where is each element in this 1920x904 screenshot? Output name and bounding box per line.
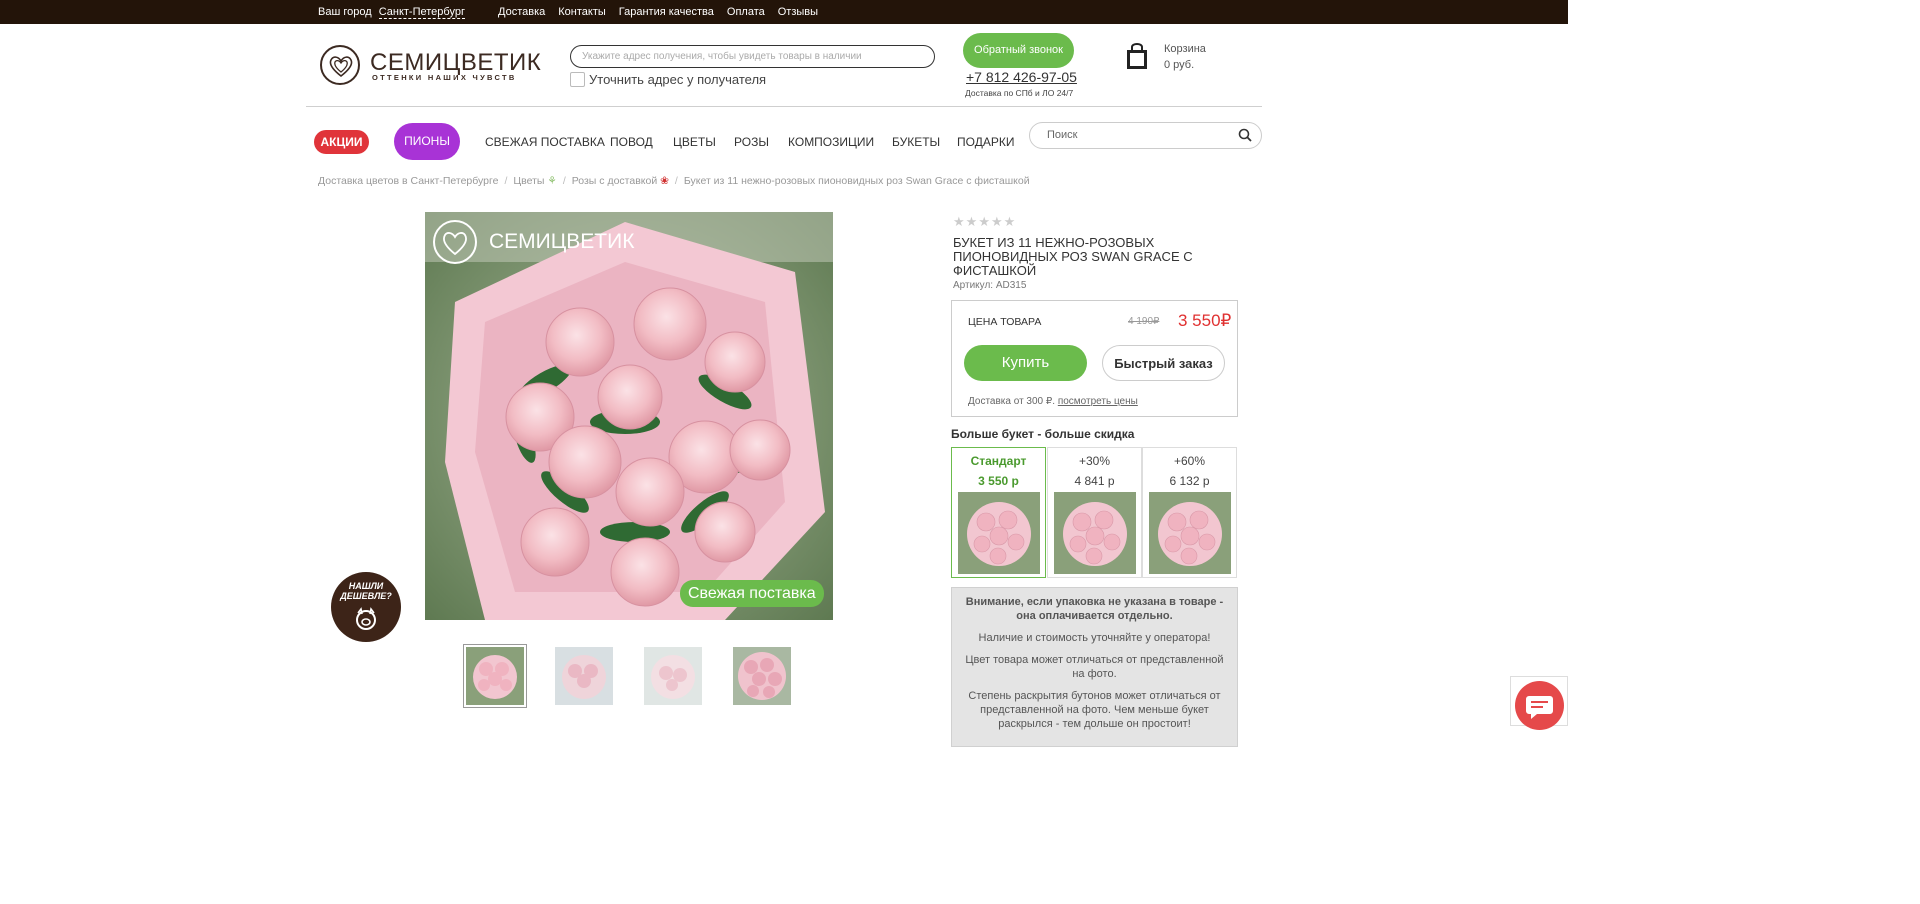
phone-note: Доставка по СПб и ЛО 24/7 <box>965 88 1074 98</box>
breadcrumb: Доставка цветов в Санкт-Петербурге / Цве… <box>318 175 1030 187</box>
buy-button[interactable]: Купить <box>964 345 1087 381</box>
delivery-info: Доставка от 300 ₽. посмотреть цены <box>968 396 1138 407</box>
star-icon[interactable]: ★ <box>991 214 1003 230</box>
logo-icon[interactable] <box>320 45 360 85</box>
menu-item-fresh[interactable]: СВЕЖАЯ ПОСТАВКА <box>485 135 605 149</box>
logo-subtitle: ОТТЕНКИ НАШИХ ЧУВСТВ <box>372 73 517 82</box>
size-option-label: +60% <box>1173 454 1206 468</box>
old-price: 4 190₽ <box>1128 316 1160 327</box>
main-menu: АКЦИИ ПИОНЫ СВЕЖАЯ ПОСТАВКА ПОВОД ЦВЕТЫ … <box>306 122 1262 162</box>
size-option-image <box>1054 492 1136 574</box>
top-nav-quality[interactable]: Гарантия качества <box>619 6 714 18</box>
address-checkbox[interactable] <box>570 72 585 87</box>
star-icon[interactable]: ★ <box>1004 214 1016 230</box>
size-option-label: +30% <box>1078 454 1111 468</box>
photo-logo-icon <box>433 220 477 264</box>
menu-item-flowers[interactable]: ЦВЕТЫ <box>673 135 716 149</box>
address-checkbox-row[interactable]: Уточнить адрес у получателя <box>570 72 766 87</box>
chat-icon <box>1526 696 1553 719</box>
notice-box: Внимание, если упаковка не указана в тов… <box>951 587 1238 747</box>
product-main-photo[interactable] <box>425 212 833 620</box>
size-option-price: 3 550 р <box>978 474 1019 488</box>
fresh-supply-badge: Свежая поставка <box>680 580 824 607</box>
thumbnail-3[interactable] <box>644 647 702 705</box>
breadcrumb-home[interactable]: Доставка цветов в Санкт-Петербурге <box>318 175 498 187</box>
notice-packaging: Внимание, если упаковка не указана в тов… <box>965 596 1224 622</box>
menu-item-bouquets[interactable]: БУКЕТЫ <box>892 135 940 149</box>
top-nav-payment[interactable]: Оплата <box>727 6 765 18</box>
search-icon[interactable] <box>1238 128 1252 142</box>
notice-bloom: Степень раскрытия бутонов может отличать… <box>968 690 1221 730</box>
breadcrumb-separator: / <box>674 175 678 187</box>
found-cheaper-button[interactable]: НАШЛИ ДЕШЕВЛЕ? <box>331 572 401 642</box>
top-nav-delivery[interactable]: Доставка <box>498 6 545 18</box>
piggy-icon <box>356 607 376 630</box>
size-option-image <box>958 492 1040 574</box>
breadcrumb-separator: / <box>562 175 566 187</box>
address-input[interactable]: Укажите адрес получения, чтобы увидеть т… <box>570 45 935 68</box>
cart-sum: 0 руб. <box>1164 59 1195 71</box>
breadcrumb-current: Букет из 11 нежно-розовых пионовидных ро… <box>683 175 1030 187</box>
breadcrumb-roses[interactable]: Розы с доставкой ❀ <box>572 175 669 187</box>
callback-button[interactable]: Обратный звонок <box>963 33 1074 68</box>
delivery-text: Доставка от 300 ₽. <box>968 396 1056 407</box>
menu-peony-button[interactable]: ПИОНЫ <box>394 123 460 160</box>
menu-item-occasion[interactable]: ПОВОД <box>610 135 653 149</box>
size-option-price: 6 132 р <box>1169 474 1210 488</box>
size-option-plus60[interactable]: +60% 6 132 р <box>1142 447 1237 578</box>
menu-item-gifts[interactable]: ПОДАРКИ <box>957 135 1014 149</box>
menu-item-compositions[interactable]: КОМПОЗИЦИИ <box>788 135 874 149</box>
size-option-image <box>1149 492 1231 574</box>
menu-item-roses[interactable]: РОЗЫ <box>734 135 769 149</box>
breadcrumb-separator: / <box>504 175 508 187</box>
menu-sale-button[interactable]: АКЦИИ <box>314 130 369 154</box>
thumbnail-2[interactable] <box>555 647 613 705</box>
header: СЕМИЦВЕТИК ОТТЕНКИ НАШИХ ЧУВСТВ Укажите … <box>306 24 1262 107</box>
size-options-title: Больше букет - больше скидка <box>951 427 1135 441</box>
star-icon[interactable]: ★ <box>966 214 978 230</box>
top-nav-contacts[interactable]: Контакты <box>558 6 606 18</box>
top-nav: Доставка Контакты Гарантия качества Опла… <box>498 6 818 18</box>
phone-link[interactable]: +7 812 426-97-05 <box>966 69 1077 85</box>
product-sku: Артикул: AD315 <box>953 280 1027 291</box>
product-title: БУКЕТ ИЗ 11 НЕЖНО-РОЗОВЫХ ПИОНОВИДНЫХ РО… <box>953 235 1193 278</box>
delivery-prices-link[interactable]: посмотреть цены <box>1058 396 1138 407</box>
city-link[interactable]: Санкт-Петербург <box>378 6 465 19</box>
thumbnail-1[interactable] <box>463 644 527 708</box>
size-option-label: Стандарт <box>970 454 1027 468</box>
size-option-price: 4 841 р <box>1074 474 1115 488</box>
breadcrumb-flowers[interactable]: Цветы ⚘ <box>513 175 556 187</box>
new-price: 3 550₽ <box>1178 311 1232 330</box>
size-option-plus30[interactable]: +30% 4 841 р <box>1047 447 1142 578</box>
cart-title[interactable]: Корзина <box>1164 43 1206 55</box>
price-label: ЦЕНА ТОВАРА <box>968 316 1042 328</box>
city-selector: Ваш город Санкт-Петербург <box>318 6 465 19</box>
thumbnail-4[interactable] <box>733 647 791 705</box>
photo-logo-text: СЕМИЦВЕТИК <box>489 230 635 253</box>
city-label: Ваш город <box>318 6 372 18</box>
rating-stars[interactable]: ★ ★ ★ ★ ★ <box>953 214 1015 230</box>
size-option-standard[interactable]: Стандарт 3 550 р <box>951 447 1046 578</box>
address-checkbox-label: Уточнить адрес у получателя <box>589 72 767 87</box>
rose-icon: ❀ <box>660 175 669 187</box>
star-icon[interactable]: ★ <box>978 214 990 230</box>
quick-order-button[interactable]: Быстрый заказ <box>1102 345 1225 381</box>
notice-color: Цвет товара может отличаться от представ… <box>965 654 1224 680</box>
found-cheaper-label: НАШЛИ ДЕШЕВЛЕ? <box>340 581 392 601</box>
flower-icon: ⚘ <box>547 175 557 187</box>
notice-availability: Наличие и стоимость уточняйте у оператор… <box>978 632 1211 644</box>
top-nav-reviews[interactable]: Отзывы <box>778 6 818 18</box>
top-bar: Ваш город Санкт-Петербург Доставка Конта… <box>0 0 1568 24</box>
cart-icon[interactable] <box>1126 41 1148 70</box>
search-input[interactable]: Поиск <box>1029 122 1262 149</box>
star-icon[interactable]: ★ <box>953 214 965 230</box>
chat-button[interactable] <box>1515 681 1564 730</box>
